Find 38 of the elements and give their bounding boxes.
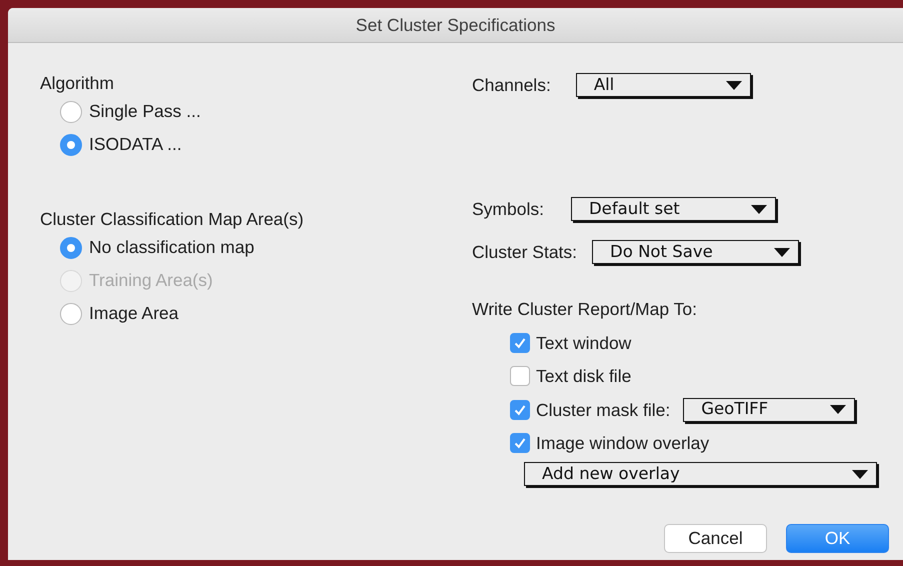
checkbox[interactable]	[510, 366, 530, 386]
checkmark-icon	[513, 336, 527, 350]
radio-label[interactable]: Image Area	[89, 300, 178, 327]
radio-button[interactable]	[60, 302, 82, 324]
checkbox-label[interactable]: Text disk file	[536, 363, 632, 390]
radio-button[interactable]	[60, 134, 82, 156]
window-title: Set Cluster Specifications	[356, 14, 556, 37]
field-label: Symbols:	[472, 198, 544, 221]
caret-icon	[726, 80, 742, 90]
checkmark-icon	[513, 402, 527, 417]
checkmark-icon	[513, 436, 527, 450]
group-label: Algorithm	[40, 72, 115, 95]
checkbox[interactable]	[510, 400, 530, 420]
radio-button[interactable]	[60, 100, 82, 122]
checkbox[interactable]	[510, 433, 530, 454]
field-label: Channels:	[472, 74, 551, 97]
cancel-button[interactable]: Cancel	[664, 524, 767, 553]
caret-icon	[750, 204, 767, 214]
checkbox-label[interactable]: Image window overlay	[536, 430, 710, 456]
radio-label: Training Area(s)	[89, 269, 213, 292]
group-label: Write Cluster Report/Map To:	[472, 298, 698, 321]
checkbox-label[interactable]: Text window	[536, 330, 632, 356]
dropdown[interactable]: All	[576, 73, 751, 97]
radio-button[interactable]	[60, 236, 82, 258]
caret-icon	[852, 470, 868, 478]
radio-label[interactable]: Single Pass ...	[89, 98, 201, 125]
checkbox-label[interactable]: Cluster mask file:	[536, 396, 670, 423]
radio-label[interactable]: ISODATA ...	[89, 131, 182, 158]
field-label: Cluster Stats:	[472, 240, 578, 264]
caret-icon	[830, 405, 846, 414]
dropdown[interactable]: Add new overlay	[524, 462, 877, 486]
group-label: Cluster Classification Map Area(s)	[40, 208, 305, 231]
dropdown[interactable]: Default set	[570, 197, 776, 221]
dropdown[interactable]: Do Not Save	[592, 240, 800, 264]
dropdown[interactable]: GeoTIFF	[683, 398, 856, 422]
checkbox[interactable]	[510, 332, 530, 353]
radio-label[interactable]: No classification map	[89, 234, 254, 261]
caret-icon	[774, 248, 790, 256]
